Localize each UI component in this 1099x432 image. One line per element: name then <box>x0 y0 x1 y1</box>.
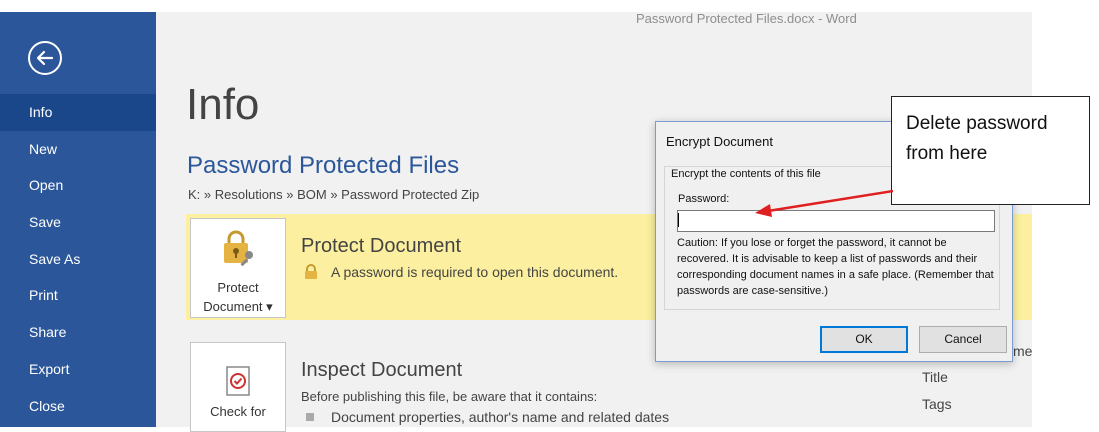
nav-item-new[interactable]: New <box>0 131 156 168</box>
check-for-issues-button[interactable]: Check for <box>190 342 286 432</box>
protect-tile-line2: Document ▾ <box>203 299 273 314</box>
bullet-icon <box>306 413 314 421</box>
protect-document-title: Protect Document <box>301 235 462 257</box>
backstage-nav: Info New Open Save Save As Print Share E… <box>0 94 156 424</box>
nav-item-save-as[interactable]: Save As <box>0 241 156 278</box>
document-path: K: » Resolutions » BOM » Password Protec… <box>188 187 480 202</box>
dialog-title: Encrypt Document <box>666 134 773 149</box>
annotation-callout: Delete password from here <box>891 96 1090 205</box>
property-label-partial: me <box>1013 343 1033 359</box>
inspect-document-description: Before publishing this file, be aware th… <box>301 389 598 404</box>
inspect-document-title: Inspect Document <box>301 359 463 381</box>
nav-item-info[interactable]: Info <box>0 94 156 131</box>
text-caret <box>678 213 679 227</box>
lock-key-icon <box>224 230 253 267</box>
protect-document-button[interactable]: Protect Document ▾ <box>190 218 286 318</box>
nav-item-save[interactable]: Save <box>0 204 156 241</box>
back-arrow-icon <box>36 50 54 66</box>
property-tags-label: Tags <box>922 396 952 412</box>
nav-item-print[interactable]: Print <box>0 277 156 314</box>
inspect-bullet-1: Document properties, author's name and r… <box>331 409 670 425</box>
property-title-label: Title <box>922 369 948 385</box>
window-title: Password Protected Files.docx - Word <box>636 11 857 26</box>
back-button[interactable] <box>28 41 62 75</box>
backstage-sidebar: Info New Open Save Save As Print Share E… <box>0 12 156 427</box>
inspect-document-icon <box>226 366 250 396</box>
callout-line-2: from here <box>906 143 988 164</box>
nav-item-close[interactable]: Close <box>0 388 156 425</box>
ok-button[interactable]: OK <box>820 326 908 353</box>
nav-item-share[interactable]: Share <box>0 314 156 351</box>
nav-item-export[interactable]: Export <box>0 351 156 388</box>
password-input[interactable] <box>677 210 995 232</box>
nav-item-open[interactable]: Open <box>0 167 156 204</box>
caution-text: Caution: If you lose or forget the passw… <box>677 237 994 297</box>
protect-document-description: A password is required to open this docu… <box>331 264 619 280</box>
callout-line-1: Delete password <box>906 113 1048 134</box>
document-name: Password Protected Files <box>187 152 460 179</box>
password-label: Password: <box>678 193 730 205</box>
protect-tile-line1: Protect <box>217 280 259 295</box>
lock-icon <box>305 264 317 279</box>
page-title: Info <box>186 80 260 129</box>
cancel-button[interactable]: Cancel <box>919 326 1007 353</box>
check-tile-line1: Check for <box>210 404 266 419</box>
encrypt-group-label: Encrypt the contents of this file <box>671 168 824 180</box>
